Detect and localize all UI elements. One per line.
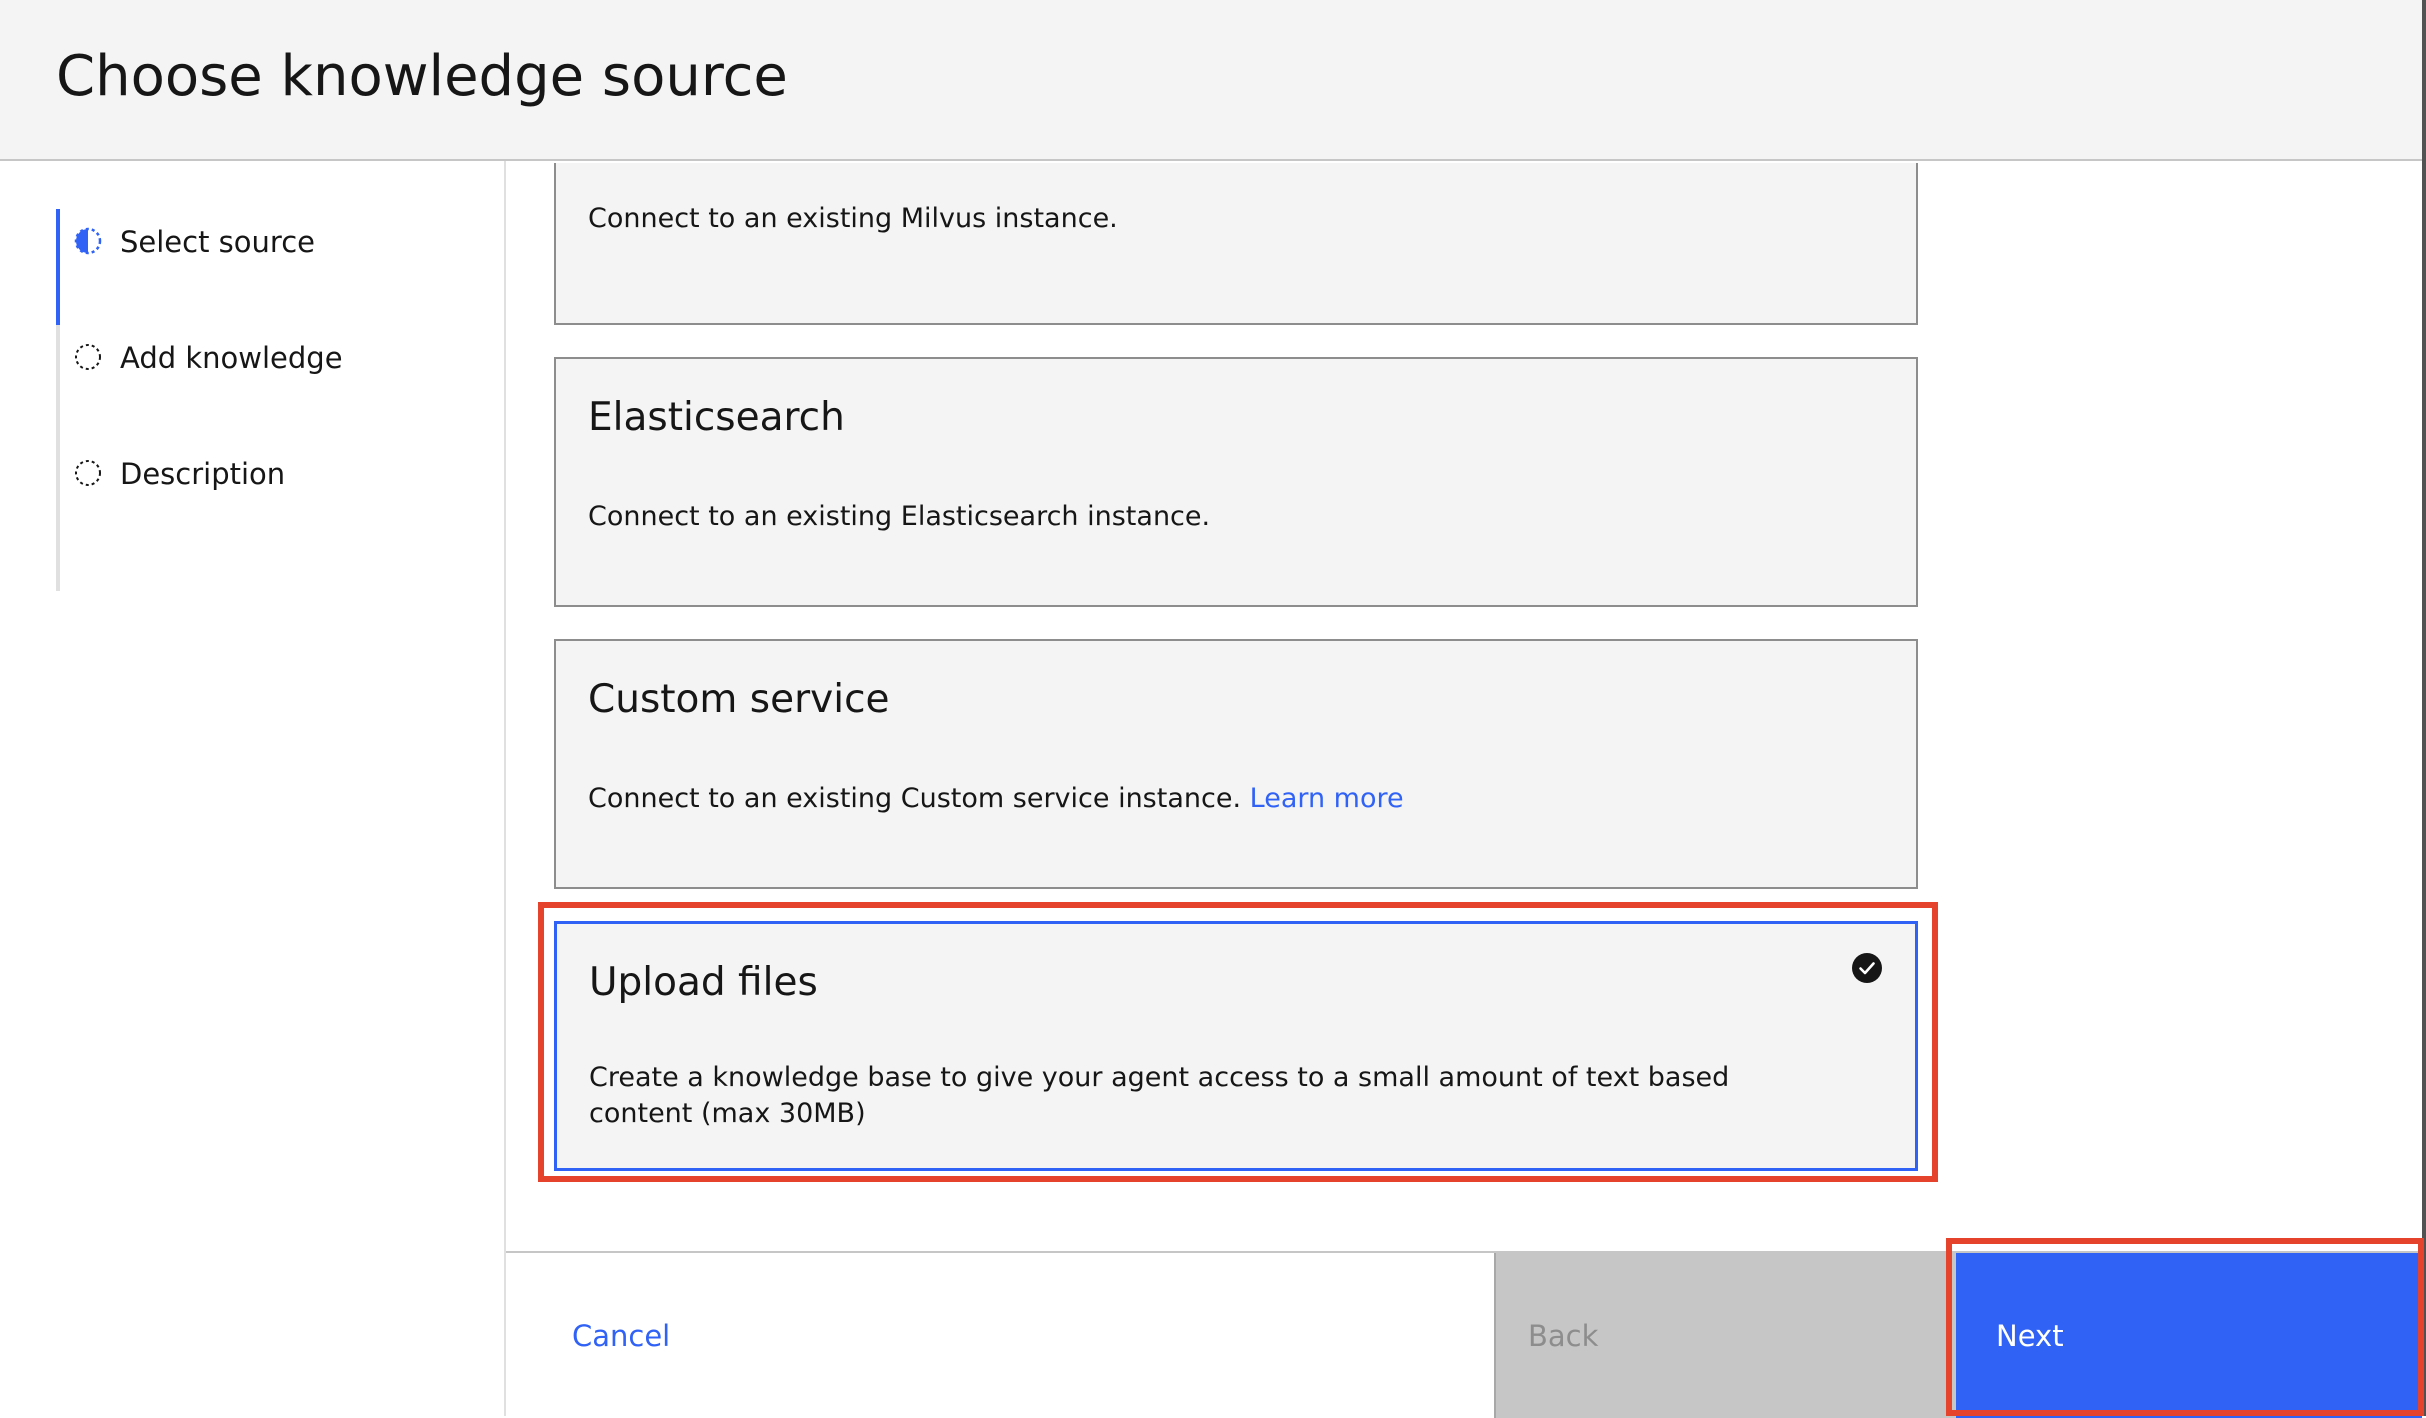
- step-indicator-bar: [56, 209, 60, 325]
- tile-title: Elasticsearch: [588, 395, 845, 440]
- tile-description: Create a knowledge base to give your age…: [589, 1062, 1730, 1129]
- source-list[interactable]: Connect to an existing Milvus instance. …: [506, 163, 2422, 1251]
- back-button[interactable]: Back: [1494, 1253, 1956, 1418]
- modal-footer: Cancel Back Next: [506, 1251, 2422, 1418]
- modal-header: Choose knowledge source: [0, 0, 2422, 161]
- dashed-circle-icon: [75, 460, 101, 486]
- tile-description: Connect to an existing Custom service in…: [588, 781, 1788, 817]
- step-label: Add knowledge: [120, 341, 343, 375]
- tile-description: Connect to an existing Milvus instance.: [588, 203, 1118, 234]
- tile-description: Connect to an existing Elasticsearch ins…: [588, 501, 1211, 532]
- step-description[interactable]: Description: [56, 441, 496, 591]
- source-tile-elasticsearch[interactable]: Elasticsearch Connect to an existing Ela…: [554, 357, 1918, 607]
- checkmark-filled-icon: [1852, 953, 1882, 983]
- next-button[interactable]: Next: [1956, 1253, 2422, 1418]
- cancel-button[interactable]: Cancel: [506, 1253, 1494, 1418]
- step-label: Description: [120, 457, 286, 491]
- step-indicator-bar: [56, 441, 60, 591]
- source-tile-milvus[interactable]: Connect to an existing Milvus instance.: [554, 163, 1918, 325]
- half-circle-icon: [74, 227, 102, 255]
- learn-more-link[interactable]: Learn more: [1250, 783, 1404, 814]
- progress-steps: Select source Add knowledge Description: [56, 209, 496, 591]
- modal: Choose knowledge source Select source Ad…: [0, 0, 2426, 1418]
- tile-title: Upload files: [589, 960, 818, 1005]
- progress-sidebar: Select source Add knowledge Description: [0, 161, 506, 1416]
- tile-description-text: Connect to an existing Custom service in…: [588, 783, 1242, 814]
- step-add-knowledge[interactable]: Add knowledge: [56, 325, 496, 441]
- step-indicator-bar: [56, 325, 60, 441]
- dashed-circle-icon: [75, 344, 101, 370]
- window-edge: [2422, 0, 2426, 1416]
- step-label: Select source: [120, 225, 315, 259]
- step-select-source[interactable]: Select source: [56, 209, 496, 325]
- source-tile-upload-files[interactable]: Upload files Create a knowledge base to …: [554, 921, 1918, 1171]
- source-tile-custom-service[interactable]: Custom service Connect to an existing Cu…: [554, 639, 1918, 889]
- page-title: Choose knowledge source: [56, 44, 788, 109]
- tile-title: Custom service: [588, 677, 890, 722]
